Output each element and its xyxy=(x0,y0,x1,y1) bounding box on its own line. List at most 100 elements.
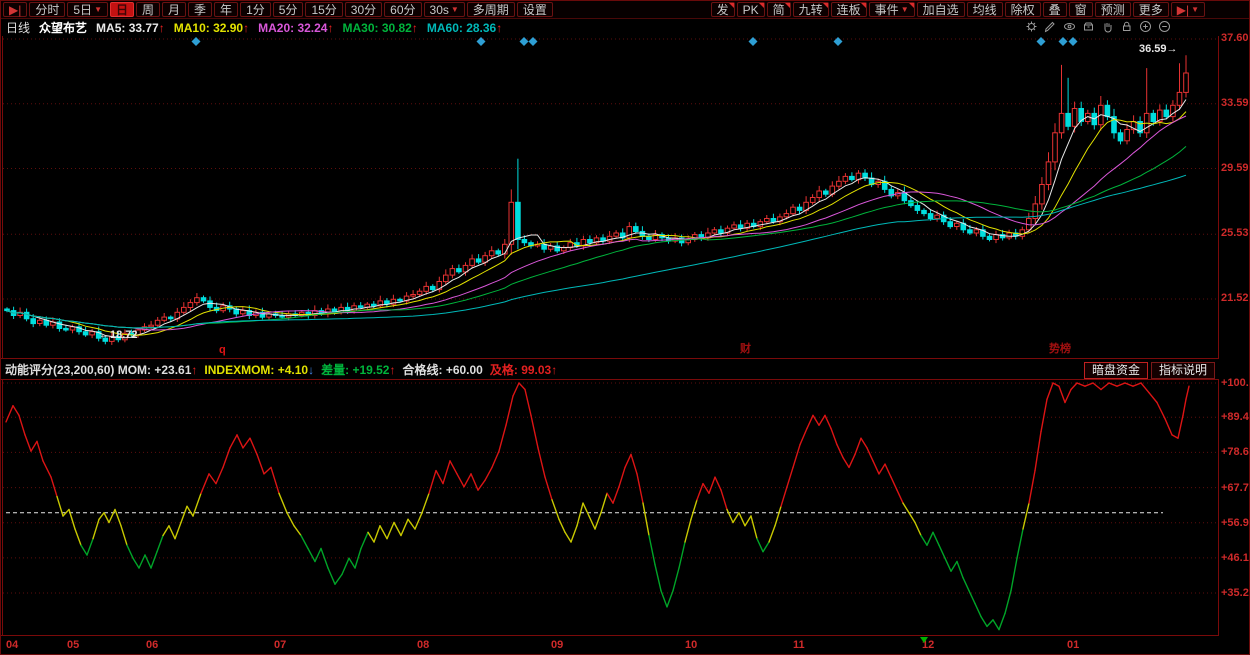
toolbar-item-多周期[interactable]: 多周期 xyxy=(467,2,515,17)
toolbar-item-▶|[interactable]: ▶|▼ xyxy=(1171,2,1205,17)
candle-body xyxy=(1125,130,1130,141)
momentum-line-segment xyxy=(679,542,685,568)
ma-legend-item: MA20: 32.24↑ xyxy=(258,21,333,35)
ma-label: MA60: 28.36 xyxy=(427,21,496,35)
toolbar-item-九转[interactable]: 九转 xyxy=(793,2,829,17)
event-diamond-icon[interactable] xyxy=(529,37,538,46)
momentum-line-segment xyxy=(793,445,800,468)
candle-body xyxy=(38,320,43,323)
event-diamond-icon[interactable] xyxy=(1069,37,1078,46)
toolbar-item-▶|[interactable]: ▶| xyxy=(3,2,27,17)
momentum-line-segment xyxy=(436,471,443,484)
toolbar-item-1分[interactable]: 1分 xyxy=(240,2,271,17)
zoom-out-icon[interactable] xyxy=(1158,20,1171,33)
toolbar-item-加自选[interactable]: 加自选 xyxy=(917,2,965,17)
toolbar-item-简[interactable]: 简 xyxy=(767,2,791,17)
toolbar-item-label: 30分 xyxy=(351,3,376,17)
momentum-line-segment xyxy=(368,532,374,542)
event-diamond-icon[interactable] xyxy=(834,37,843,46)
box-icon[interactable] xyxy=(1082,20,1095,33)
toolbar-item-分时[interactable]: 分时 xyxy=(29,2,65,17)
momentum-line-segment xyxy=(1029,471,1035,504)
toolbar-item-PK[interactable]: PK xyxy=(737,2,765,17)
momentum-line-segment xyxy=(715,477,721,490)
eye-icon[interactable] xyxy=(1063,20,1076,33)
event-diamond-icon[interactable] xyxy=(749,37,758,46)
zoom-in-icon[interactable] xyxy=(1139,20,1152,33)
indicator-help-button[interactable]: 指标说明 xyxy=(1151,362,1215,379)
event-diamond-icon[interactable] xyxy=(1059,37,1068,46)
candle-body xyxy=(1184,73,1189,92)
dark-pool-funds-button[interactable]: 暗盘资金 xyxy=(1084,362,1148,379)
momentum-line-segment xyxy=(450,461,457,474)
event-diamond-icon[interactable] xyxy=(520,37,529,46)
toolbar-item-事件[interactable]: 事件▼ xyxy=(869,2,915,17)
toolbar-item-5分[interactable]: 5分 xyxy=(273,2,304,17)
toolbar-item-叠[interactable]: 叠 xyxy=(1043,2,1067,17)
momentum-line-segment xyxy=(552,500,559,520)
candle-body xyxy=(902,193,907,201)
toolbar-item-预测[interactable]: 预测 xyxy=(1095,2,1131,17)
momentum-line-segment xyxy=(655,565,661,591)
toolbar-item-60分[interactable]: 60分 xyxy=(384,2,421,17)
momentum-line-segment xyxy=(264,467,271,474)
momentum-line-segment xyxy=(271,467,279,493)
toolbar-item-年[interactable]: 年 xyxy=(214,2,238,17)
chart-annotation: 势榜 xyxy=(1049,341,1071,355)
toolbar-item-发[interactable]: 发 xyxy=(711,2,735,17)
hand-icon[interactable] xyxy=(1101,20,1114,33)
candle-body xyxy=(850,176,855,179)
toolbar-item-5日[interactable]: 5日▼ xyxy=(67,2,108,17)
toolbar-item-30分[interactable]: 30分 xyxy=(345,2,382,17)
momentum-line-segment xyxy=(927,532,933,545)
pen-icon[interactable] xyxy=(1044,20,1057,33)
notification-flag-icon xyxy=(861,3,866,8)
toolbar-item-label: 窗 xyxy=(1075,3,1087,17)
lock-icon[interactable] xyxy=(1120,20,1133,33)
candle-body xyxy=(784,214,789,217)
toolbar-item-月[interactable]: 月 xyxy=(162,2,186,17)
event-diamond-icon[interactable] xyxy=(192,37,201,46)
candle-body xyxy=(1059,113,1064,132)
toolbar-item-连板[interactable]: 连板 xyxy=(831,2,867,17)
candle-body xyxy=(450,269,455,276)
momentum-line-segment xyxy=(867,448,873,461)
momentum-line-segment xyxy=(571,526,577,542)
gear-icon[interactable] xyxy=(1025,20,1038,33)
momentum-line-segment xyxy=(294,526,301,536)
toolbar-item-周[interactable]: 周 xyxy=(136,2,160,17)
event-diamond-icon[interactable] xyxy=(477,37,486,46)
toolbar-item-更多[interactable]: 更多 xyxy=(1133,2,1169,17)
momentum-line-segment xyxy=(873,461,879,474)
indicator-text: 动能评分(23,200,60) MOM: +23.61 xyxy=(5,363,191,377)
trend-arrow-icon: ↑ xyxy=(159,21,165,35)
momentum-line-segment xyxy=(891,477,897,490)
trend-arrow-icon: ↑ xyxy=(327,21,333,35)
candle-body xyxy=(1066,113,1071,126)
toolbar-item-设置[interactable]: 设置 xyxy=(517,2,553,17)
candle-body xyxy=(241,311,246,314)
toolbar-item-均线[interactable]: 均线 xyxy=(967,2,1003,17)
candle-body xyxy=(168,317,173,319)
ma-legend-item: MA30: 30.82↑ xyxy=(342,21,417,35)
toolbar-item-窗[interactable]: 窗 xyxy=(1069,2,1093,17)
momentum-line-segment xyxy=(1071,383,1077,390)
momentum-line-segment xyxy=(401,519,408,535)
toolbar-item-季[interactable]: 季 xyxy=(188,2,212,17)
toolbar-item-label: 5分 xyxy=(279,3,298,17)
toolbar-item-日[interactable]: 日 xyxy=(110,2,134,17)
toolbar-item-除权[interactable]: 除权 xyxy=(1005,2,1041,17)
price-axis-label: 25.53 xyxy=(1221,227,1250,239)
momentum-line-segment xyxy=(531,415,538,448)
value-axis-label: +35.28 xyxy=(1221,587,1250,599)
momentum-line-segment xyxy=(583,503,589,516)
momentum-line-segment xyxy=(335,574,342,584)
toolbar-item-15分[interactable]: 15分 xyxy=(305,2,342,17)
momentum-line-segment xyxy=(19,415,25,435)
toolbar-item-30s[interactable]: 30s▼ xyxy=(424,2,465,17)
momentum-line-segment xyxy=(1017,529,1023,558)
indicator-text: 差量: +19.52 xyxy=(321,363,389,377)
event-diamond-icon[interactable] xyxy=(1037,37,1046,46)
momentum-line-segment xyxy=(361,532,368,548)
momentum-line-segment xyxy=(607,493,613,503)
